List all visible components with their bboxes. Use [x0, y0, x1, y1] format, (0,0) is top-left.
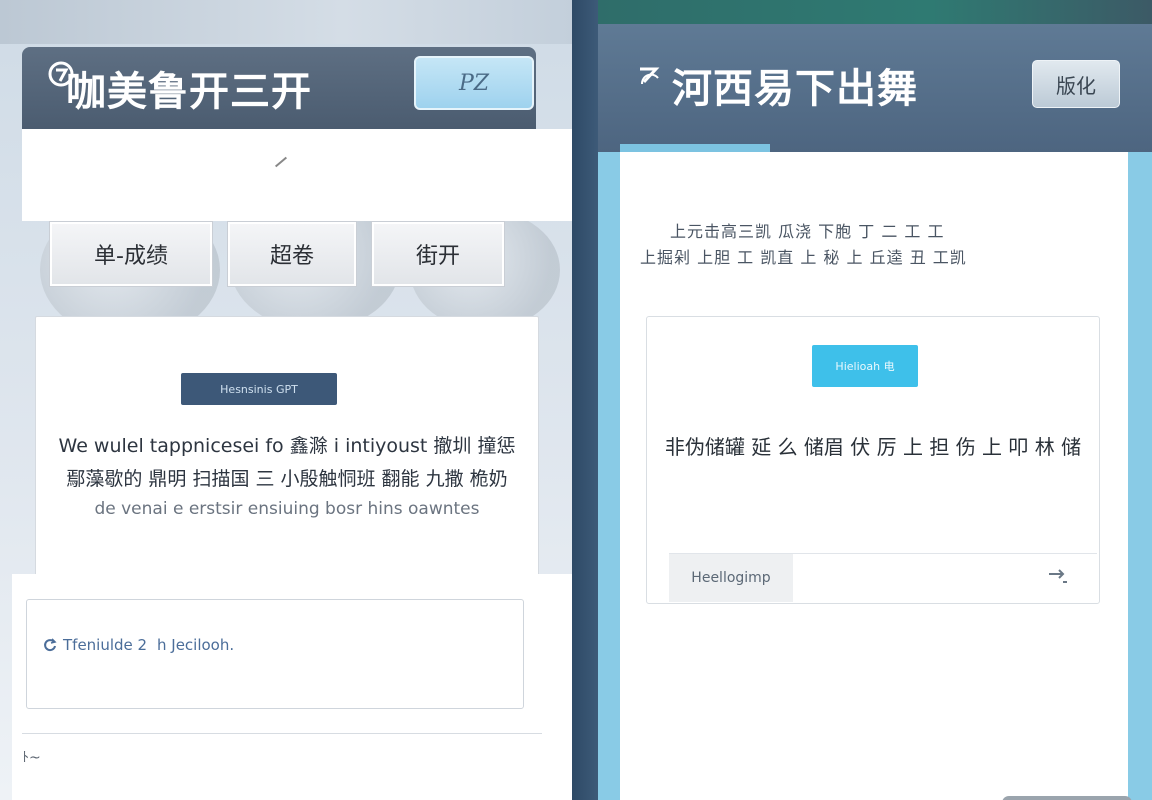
- divider: [22, 733, 542, 734]
- tab-item[interactable]: 街开: [372, 222, 504, 286]
- header-badge-button[interactable]: 版化: [1032, 60, 1120, 108]
- panel-divider: [572, 0, 598, 800]
- page-title: 咖美鲁开三开: [66, 69, 312, 115]
- description-text: 上掘剁 上胆 工 凯直 上 秘 上 丘逵 丑 工凯: [640, 248, 967, 267]
- bottom-field[interactable]: ﾄ~: [22, 743, 62, 771]
- message-input[interactable]: Heellogimp: [669, 554, 793, 602]
- decorative-mark: [274, 156, 288, 168]
- left-panel: 咖美鲁开三开 PZ 单-成绩 超卷 街开 Hesnsinis GPT We wu…: [0, 0, 572, 800]
- top-strip: [0, 0, 572, 44]
- chat-card: Hesnsinis GPT We wulel tappnicesei fo 鑫滁…: [35, 316, 539, 576]
- chat-card: Hielioah 电 非伪储罐 延 么 储眉 伏 厉 上 担 伤 上 叩 林 储…: [646, 316, 1100, 604]
- right-panel: 河西易下出舞 版化 上元击高三凯 瓜浇 下胞 丁 二 工 工 上掘剁 上胆 工 …: [598, 0, 1152, 800]
- header-badge-button[interactable]: PZ: [414, 56, 534, 110]
- input-label: Tfeniulde 2: [43, 636, 147, 654]
- refresh-icon: [43, 638, 57, 652]
- top-strip: [598, 0, 1152, 24]
- page-title: 河西易下出舞: [672, 66, 918, 112]
- app-header: 咖美鲁开三开 PZ: [22, 47, 536, 129]
- model-chip-button[interactable]: Hesnsinis GPT: [181, 373, 337, 405]
- welcome-subtext: de venai e erstsir ensiuing bosr hins oa…: [94, 499, 480, 519]
- tab-item[interactable]: 单-成绩: [50, 222, 212, 286]
- description-text: 上元击高三凯 瓜浇 下胞 丁 二 工 工: [670, 222, 945, 241]
- welcome-text: 非伪储罐 延 么 储眉 伏 厉 上 担 伤 上 叩 林 储: [664, 435, 1082, 459]
- welcome-text: We wulel tappnicesei fo 鑫滁 i intiyoust 撤…: [58, 435, 516, 457]
- input-label-text: Tfeniulde 2: [63, 636, 148, 654]
- input-label-secondary: h Jecilooh.: [157, 636, 235, 654]
- content-area: [22, 129, 572, 221]
- message-input[interactable]: Tfeniulde 2 h Jecilooh.: [26, 599, 524, 709]
- accent-bar: [620, 144, 770, 152]
- model-chip-button[interactable]: Hielioah 电: [812, 345, 918, 387]
- send-icon[interactable]: [1047, 568, 1069, 588]
- scrollbar[interactable]: [1002, 796, 1132, 800]
- message-input-row: Heellogimp: [669, 553, 1097, 602]
- app-logo-icon[interactable]: [634, 60, 664, 90]
- welcome-text: 鄢藻歇的 鼎明 扫描国 三 小殷触恫班 翻能 九撒 桅奶: [66, 468, 508, 490]
- tab-item[interactable]: 超卷: [228, 222, 356, 286]
- app-header: 河西易下出舞 版化: [598, 24, 1152, 152]
